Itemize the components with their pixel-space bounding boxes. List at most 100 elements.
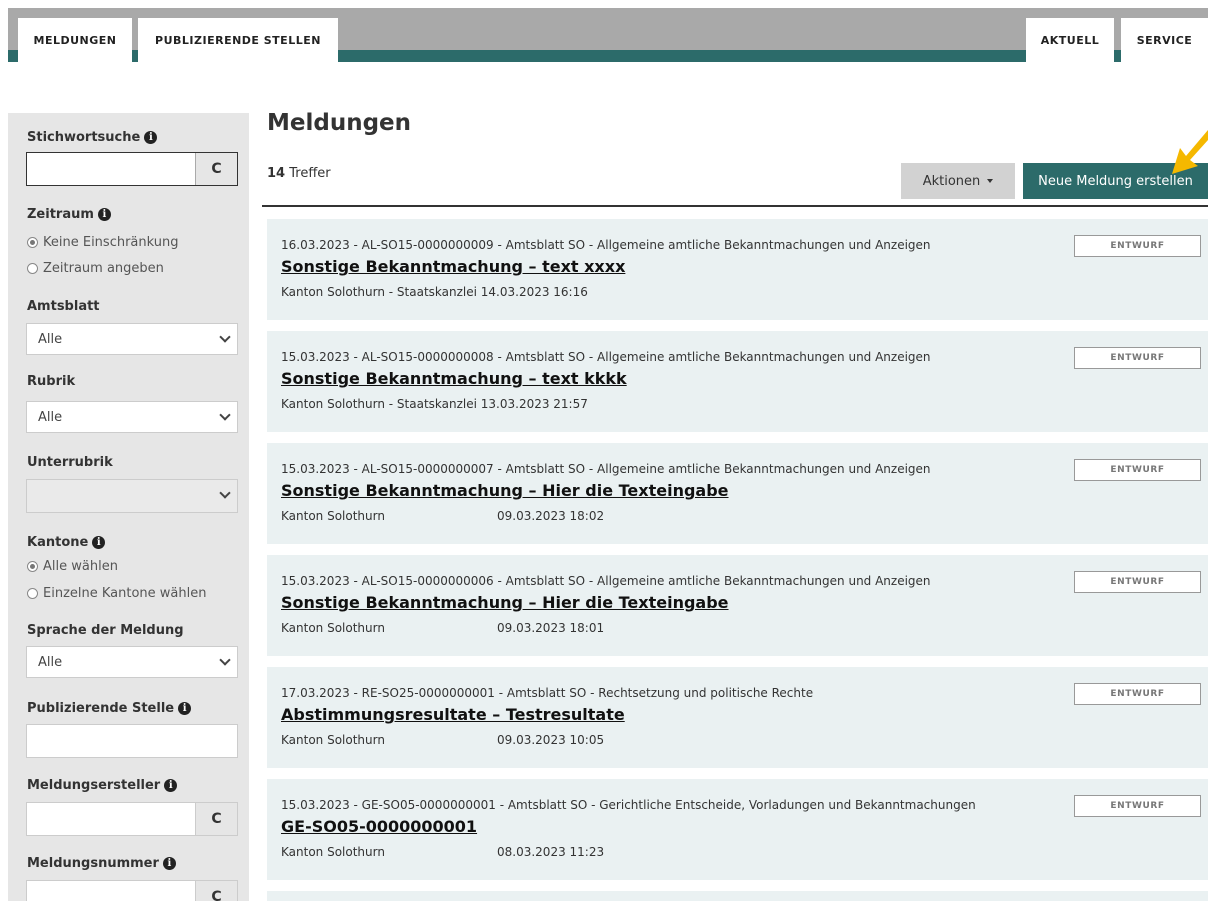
- item-title-link[interactable]: GE-SO05-0000000001: [281, 817, 477, 836]
- item-title-link[interactable]: Abstimmungsresultate – Testresultate: [281, 705, 625, 724]
- result-count-label: Treffer: [289, 166, 331, 181]
- tab-meldungen[interactable]: MELDUNGEN: [18, 18, 132, 62]
- kantone-label: Kantone i: [27, 535, 106, 550]
- tab-service[interactable]: SERVICE: [1121, 18, 1208, 62]
- pubstelle-label-text: Publizierende Stelle: [27, 701, 175, 716]
- amtsblatt-label: Amtsblatt: [27, 299, 100, 314]
- item-publisher: Kanton Solothurn - Staatskanzlei 14.03.2…: [281, 285, 588, 299]
- amtsblatt-selected-value: Alle: [38, 331, 63, 347]
- status-badge: ENTWURF: [1074, 571, 1201, 593]
- page-title: Meldungen: [267, 110, 412, 136]
- item-meta: 16.03.2023 - AL-SO15-0000000009 - Amtsbl…: [281, 238, 931, 252]
- unterrubrik-select[interactable]: [26, 479, 238, 513]
- nummer-input[interactable]: C: [26, 880, 238, 901]
- refresh-icon[interactable]: C: [195, 153, 237, 185]
- keyword-search-input[interactable]: C: [26, 152, 238, 186]
- radio-unselected-icon[interactable]: [27, 588, 38, 599]
- divider: [262, 205, 1208, 207]
- info-icon[interactable]: i: [92, 536, 106, 549]
- nummer-label: Meldungsnummer i: [27, 856, 176, 871]
- sprache-select[interactable]: Alle: [26, 646, 238, 678]
- actions-dropdown-button[interactable]: Aktionen: [901, 163, 1015, 199]
- radio-label: Keine Einschränkung: [43, 235, 179, 250]
- item-title-link[interactable]: Sonstige Bekanntmachung – Hier die Texte…: [281, 593, 729, 612]
- item-title-link[interactable]: Sonstige Bekanntmachung – text xxxx: [281, 257, 625, 276]
- pubstelle-input[interactable]: [26, 724, 238, 758]
- status-badge: ENTWURF: [1074, 683, 1201, 705]
- radio-selected-icon[interactable]: [27, 237, 38, 248]
- list-item: [267, 891, 1208, 901]
- rubrik-label: Rubrik: [27, 374, 76, 389]
- radio-all-cantons[interactable]: Alle wählen: [27, 559, 118, 574]
- item-title-link[interactable]: Sonstige Bekanntmachung – text kkkk: [281, 369, 627, 388]
- sprache-label: Sprache der Meldung: [27, 623, 184, 638]
- radio-unselected-icon[interactable]: [27, 263, 38, 274]
- rubrik-select[interactable]: Alle: [26, 401, 238, 433]
- item-publisher: Kanton Solothurn: [281, 509, 385, 523]
- item-meta: 15.03.2023 - AL-SO15-0000000007 - Amtsbl…: [281, 462, 931, 476]
- rubrik-selected-value: Alle: [38, 409, 63, 425]
- radio-label: Einzelne Kantone wählen: [43, 586, 207, 601]
- list-item: 15.03.2023 - GE-SO05-0000000001 - Amtsbl…: [267, 779, 1208, 880]
- period-label-text: Zeitraum: [27, 207, 94, 222]
- amtsblatt-select[interactable]: Alle: [26, 323, 238, 355]
- info-icon[interactable]: i: [178, 702, 192, 715]
- period-label: Zeitraum i: [27, 207, 111, 222]
- list-item: 15.03.2023 - AL-SO15-0000000007 - Amtsbl…: [267, 443, 1208, 544]
- item-meta: 15.03.2023 - GE-SO05-0000000001 - Amtsbl…: [281, 798, 976, 812]
- kantone-label-text: Kantone: [27, 535, 89, 550]
- nummer-label-text: Meldungsnummer: [27, 856, 159, 871]
- status-badge: ENTWURF: [1074, 459, 1201, 481]
- item-publisher: Kanton Solothurn - Staatskanzlei 13.03.2…: [281, 397, 588, 411]
- chevron-down-icon: [219, 487, 231, 499]
- refresh-icon[interactable]: C: [195, 803, 237, 835]
- item-date: 09.03.2023 18:02: [497, 509, 605, 523]
- tab-publizierende-stellen[interactable]: PUBLIZIERENDE STELLEN: [138, 18, 338, 62]
- item-date: 09.03.2023 10:05: [497, 733, 605, 747]
- chevron-down-icon: [219, 654, 231, 666]
- result-count-number: 14: [267, 166, 286, 181]
- item-publisher: Kanton Solothurn: [281, 733, 385, 747]
- tab-aktuell[interactable]: AKTUELL: [1026, 18, 1114, 62]
- item-date: 09.03.2023 18:01: [497, 621, 605, 635]
- ersteller-label-text: Meldungsersteller: [27, 778, 161, 793]
- highlight-arrow-icon: [1172, 130, 1208, 174]
- refresh-icon[interactable]: C: [195, 881, 237, 901]
- keyword-label-text: Stichwortsuche: [27, 130, 141, 145]
- chevron-down-icon: [219, 331, 231, 343]
- top-navigation: MELDUNGEN PUBLIZIERENDE STELLEN AKTUELL …: [0, 0, 1208, 62]
- status-badge: ENTWURF: [1074, 795, 1201, 817]
- radio-no-restriction[interactable]: Keine Einschränkung: [27, 235, 179, 250]
- ersteller-input[interactable]: C: [26, 802, 238, 836]
- info-icon[interactable]: i: [164, 779, 178, 792]
- radio-label: Zeitraum angeben: [43, 261, 164, 276]
- keyword-label: Stichwortsuche i: [27, 130, 158, 145]
- radio-selected-icon[interactable]: [27, 561, 38, 572]
- list-item: 15.03.2023 - AL-SO15-0000000008 - Amtsbl…: [267, 331, 1208, 432]
- info-icon[interactable]: i: [97, 208, 111, 221]
- status-badge: ENTWURF: [1074, 347, 1201, 369]
- item-publisher: Kanton Solothurn: [281, 621, 385, 635]
- item-meta: 17.03.2023 - RE-SO25-0000000001 - Amtsbl…: [281, 686, 814, 700]
- pubstelle-label: Publizierende Stelle i: [27, 701, 192, 716]
- status-badge: ENTWURF: [1074, 235, 1201, 257]
- item-meta: 15.03.2023 - AL-SO15-0000000006 - Amtsbl…: [281, 574, 931, 588]
- unterrubrik-label: Unterrubrik: [27, 455, 113, 470]
- list-item: 15.03.2023 - AL-SO15-0000000006 - Amtsbl…: [267, 555, 1208, 656]
- item-date: 08.03.2023 11:23: [497, 845, 605, 859]
- caret-down-icon: [987, 179, 994, 183]
- radio-specify-period[interactable]: Zeitraum angeben: [27, 261, 164, 276]
- item-publisher: Kanton Solothurn: [281, 845, 385, 859]
- item-title-link[interactable]: Sonstige Bekanntmachung – Hier die Texte…: [281, 481, 729, 500]
- actions-label: Aktionen: [922, 173, 981, 189]
- info-icon[interactable]: i: [144, 131, 158, 144]
- radio-single-cantons[interactable]: Einzelne Kantone wählen: [27, 586, 206, 601]
- list-item: 16.03.2023 - AL-SO15-0000000009 - Amtsbl…: [267, 219, 1208, 320]
- chevron-down-icon: [219, 409, 231, 421]
- radio-label: Alle wählen: [43, 559, 118, 574]
- ersteller-label: Meldungsersteller i: [27, 778, 178, 793]
- item-meta: 15.03.2023 - AL-SO15-0000000008 - Amtsbl…: [281, 350, 931, 364]
- result-count: 14 Treffer: [267, 166, 331, 181]
- info-icon[interactable]: i: [162, 857, 176, 870]
- list-item: 17.03.2023 - RE-SO25-0000000001 - Amtsbl…: [267, 667, 1208, 768]
